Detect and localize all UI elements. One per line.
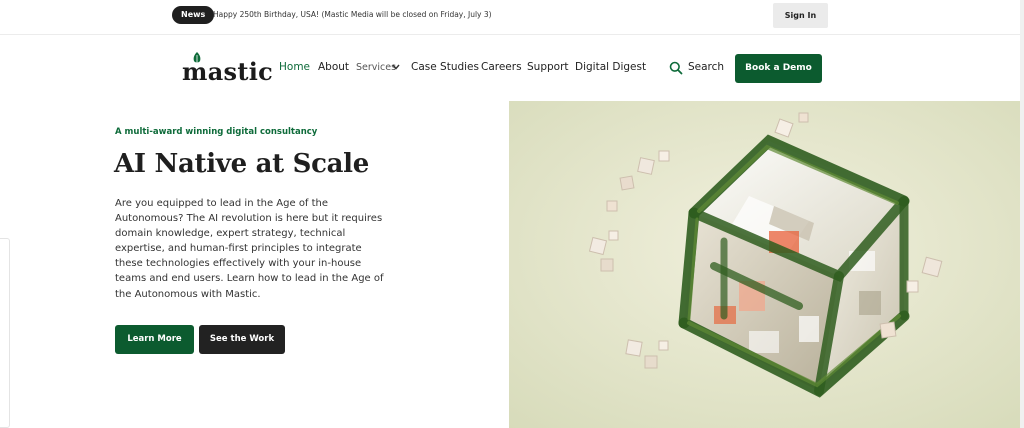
nav-case-studies[interactable]: Case Studies bbox=[411, 61, 479, 73]
hero-description: Are you equipped to lead in the Age of t… bbox=[115, 198, 384, 300]
nav-careers[interactable]: Careers bbox=[481, 61, 522, 73]
see-the-work-button[interactable]: See the Work bbox=[199, 325, 285, 354]
nav-digital-digest[interactable]: Digital Digest bbox=[575, 61, 646, 73]
chevron-down-icon[interactable] bbox=[392, 64, 400, 70]
hero-title: AI Native at Scale bbox=[114, 149, 369, 179]
learn-more-button[interactable]: Learn More bbox=[115, 325, 194, 354]
announcement-bar: News Happy 250th Birthday, USA! (Mastic … bbox=[0, 0, 1024, 35]
news-badge[interactable]: News bbox=[172, 6, 215, 24]
sign-in-button[interactable]: Sign In bbox=[773, 3, 828, 28]
logo-wordmark: mastic bbox=[182, 57, 274, 86]
book-demo-button[interactable]: Book a Demo bbox=[735, 54, 822, 83]
nav-services[interactable]: Services bbox=[356, 62, 396, 73]
announcement-text: Happy 250th Birthday, USA! (Mastic Media… bbox=[213, 10, 492, 19]
glass-moss-cube-illustration bbox=[509, 101, 1024, 428]
main-nav: mastic Home About Services Case Studies … bbox=[0, 35, 1024, 101]
scrollbar-track[interactable] bbox=[1020, 0, 1024, 428]
search-icon[interactable] bbox=[669, 61, 683, 75]
mastic-logo[interactable]: mastic bbox=[182, 52, 273, 86]
nav-home[interactable]: Home bbox=[279, 61, 310, 73]
side-panel-edge bbox=[0, 238, 10, 428]
search-label[interactable]: Search bbox=[688, 61, 724, 73]
nav-about[interactable]: About bbox=[318, 61, 349, 73]
nav-support[interactable]: Support bbox=[527, 61, 569, 73]
hero-eyebrow: A multi-award winning digital consultanc… bbox=[115, 127, 318, 137]
hero-image bbox=[509, 101, 1024, 428]
